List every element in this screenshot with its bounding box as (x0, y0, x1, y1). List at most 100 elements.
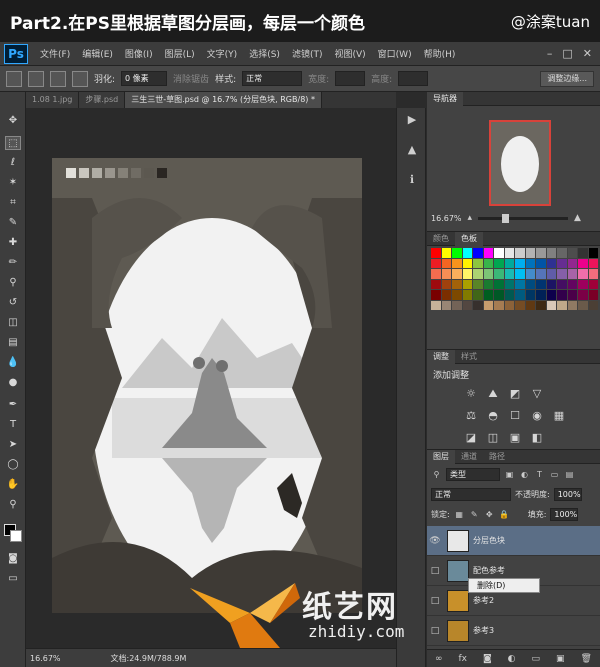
swatch[interactable] (483, 248, 493, 258)
swatch[interactable] (546, 290, 556, 300)
tab-paths[interactable]: 路径 (483, 450, 511, 464)
swatch[interactable] (525, 258, 535, 268)
type-tool-icon[interactable]: T (5, 418, 21, 432)
swatch[interactable] (441, 248, 451, 258)
smart-filter-icon[interactable]: ▤ (564, 469, 575, 480)
swatch[interactable] (473, 290, 483, 300)
swatch[interactable] (578, 300, 588, 310)
tab-doc-2[interactable]: 步骤.psd (79, 92, 126, 108)
swatch[interactable] (578, 258, 588, 268)
path-select-icon[interactable]: ➤ (5, 438, 21, 452)
swatch[interactable] (462, 248, 472, 258)
swatch[interactable] (536, 258, 546, 268)
menu-view[interactable]: 视图(V) (328, 47, 371, 60)
document-canvas[interactable] (52, 158, 362, 613)
tab-adjustments[interactable]: 调整 (427, 349, 455, 364)
swatch[interactable] (494, 269, 504, 279)
swatch[interactable] (462, 290, 472, 300)
visibility-toggle[interactable]: □ (427, 566, 443, 576)
swatch[interactable] (431, 269, 441, 279)
lock-all-icon[interactable]: 🔒 (499, 509, 510, 520)
context-menu-delete[interactable]: 删除(D) (468, 578, 540, 593)
mask-icon[interactable]: ◙ (483, 654, 492, 664)
swatch[interactable] (536, 300, 546, 310)
new-layer-icon[interactable]: ▣ (556, 654, 565, 664)
layer-name[interactable]: 配色参考 (473, 565, 505, 576)
color-lookup-icon[interactable]: ▦ (549, 406, 569, 426)
swatch[interactable] (473, 258, 483, 268)
swatch[interactable] (567, 279, 577, 289)
refine-edge-button[interactable]: 调整边缘... (540, 70, 594, 87)
shape-filter-icon[interactable]: ▭ (549, 469, 560, 480)
swatch[interactable] (473, 300, 483, 310)
swatch[interactable] (462, 300, 472, 310)
color-balance-icon[interactable]: ⚖ (461, 406, 481, 426)
minimize-icon[interactable]: – (547, 47, 553, 60)
lock-pixels-icon[interactable]: ✎ (469, 509, 480, 520)
navigator-zoom[interactable]: 16.67% (431, 214, 462, 223)
swatch[interactable] (515, 269, 525, 279)
swatch[interactable] (525, 248, 535, 258)
swatch[interactable] (567, 258, 577, 268)
posterize-icon[interactable]: ◫ (483, 428, 503, 448)
antialias-checkbox[interactable]: 消除锯齿 (173, 72, 209, 85)
swatch[interactable] (473, 279, 483, 289)
swatch[interactable] (462, 269, 472, 279)
shape-tool-icon[interactable]: ◯ (5, 458, 21, 472)
layer-name[interactable]: 分层色块 (473, 535, 505, 546)
swatch[interactable] (504, 290, 514, 300)
swatch[interactable] (494, 300, 504, 310)
swatch[interactable] (462, 279, 472, 289)
swatch[interactable] (525, 290, 535, 300)
tab-channels[interactable]: 通道 (455, 450, 483, 464)
swatch[interactable] (578, 290, 588, 300)
fx-icon[interactable]: fx (458, 654, 467, 664)
swatch[interactable] (504, 279, 514, 289)
background-color-swatch[interactable] (10, 530, 22, 542)
swatch[interactable] (452, 258, 462, 268)
brightness-icon[interactable]: ☼ (461, 384, 481, 404)
swatch[interactable] (483, 269, 493, 279)
feather-input[interactable]: 0 像素 (121, 71, 168, 86)
swatch[interactable] (504, 258, 514, 268)
swatch[interactable] (536, 279, 546, 289)
swatch[interactable] (431, 300, 441, 310)
tab-color[interactable]: 颜色 (427, 232, 455, 246)
eraser-tool-icon[interactable]: ◫ (5, 316, 21, 330)
swatch[interactable] (546, 279, 556, 289)
histogram-icon[interactable]: ▲ (404, 142, 420, 158)
swatch[interactable] (473, 248, 483, 258)
threshold-icon[interactable]: ▣ (505, 428, 525, 448)
menu-filter[interactable]: 滤镜(T) (286, 47, 329, 60)
swatch[interactable] (578, 279, 588, 289)
swatch[interactable] (536, 290, 546, 300)
marquee-tool-icon[interactable]: ⬚ (5, 136, 21, 150)
swatch[interactable] (557, 279, 567, 289)
swatch[interactable] (515, 290, 525, 300)
trash-icon[interactable]: 🗑 (581, 654, 592, 664)
brush-tool-icon[interactable]: ✏ (5, 256, 21, 270)
swatch[interactable] (536, 248, 546, 258)
healing-brush-icon[interactable]: ✚ (5, 236, 21, 250)
swatch[interactable] (588, 300, 598, 310)
style-select[interactable]: 正常 (242, 71, 303, 86)
move-tool-icon[interactable]: ✥ (5, 114, 21, 128)
swatch[interactable] (494, 290, 504, 300)
magic-wand-icon[interactable]: ✶ (5, 176, 21, 190)
swatch[interactable] (525, 300, 535, 310)
history-brush-icon[interactable]: ↺ (5, 296, 21, 310)
canvas-area[interactable] (26, 108, 396, 648)
zoom-slider-knob[interactable] (502, 213, 510, 223)
gradient-tool-icon[interactable]: ▤ (5, 336, 21, 350)
swatch[interactable] (494, 279, 504, 289)
swatch[interactable] (452, 279, 462, 289)
swatch[interactable] (452, 290, 462, 300)
swatch[interactable] (431, 290, 441, 300)
black-white-icon[interactable]: ◓ (483, 406, 503, 426)
menu-select[interactable]: 选择(S) (243, 47, 286, 60)
swatch[interactable] (588, 279, 598, 289)
layer-name[interactable]: 参考3 (473, 625, 494, 636)
swatch[interactable] (483, 290, 493, 300)
swatch[interactable] (525, 269, 535, 279)
levels-icon[interactable]: ⛰ (483, 384, 503, 404)
